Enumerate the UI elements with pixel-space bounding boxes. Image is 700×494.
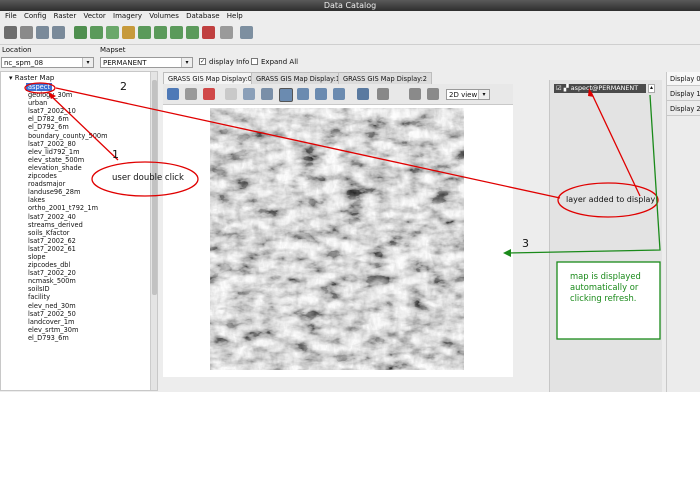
arrow-2b-line — [590, 91, 641, 197]
double-click-note: user double click — [112, 173, 184, 183]
arrow-3-head — [503, 249, 511, 257]
arrow-3-line — [507, 94, 661, 254]
aspect-highlight-ellipse — [24, 82, 56, 94]
step-1-label: 1 — [112, 148, 119, 161]
map-displayed-note: map is displayed automatically or clicki… — [570, 271, 641, 303]
arrow-2-head — [588, 88, 594, 97]
step-3-label: 3 — [522, 237, 529, 250]
annotation-overlay — [24, 82, 661, 340]
arrow-1-head — [48, 92, 56, 99]
layer-added-note: layer added to display — [566, 195, 656, 204]
step-2-label: 2 — [120, 80, 127, 93]
arrow-1-line — [49, 94, 119, 161]
